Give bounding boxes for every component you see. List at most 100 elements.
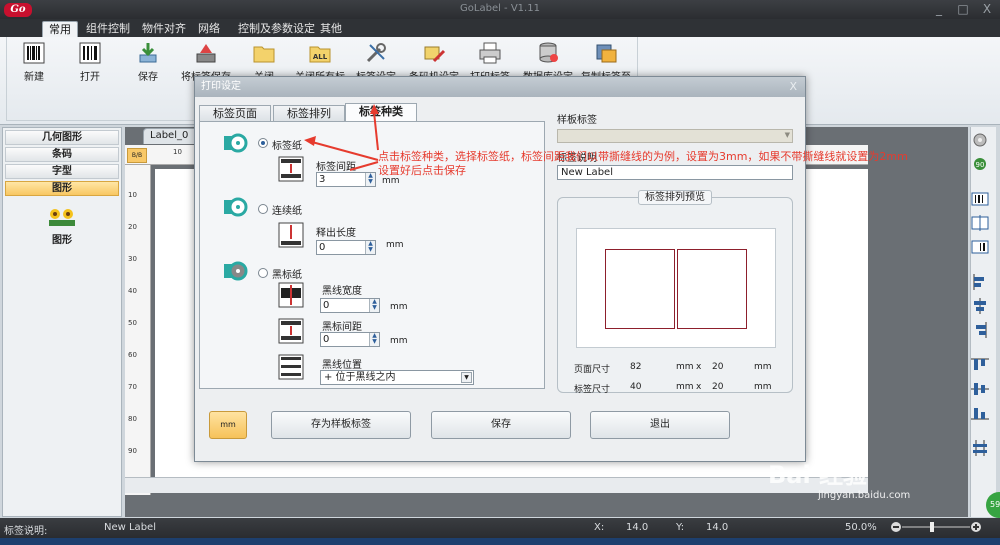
page-size-label: 页面尺寸 bbox=[574, 365, 611, 375]
tab-control-params[interactable]: 控制及参数设定 bbox=[232, 21, 321, 37]
label-size-label: 标签尺寸 bbox=[574, 385, 611, 395]
save-icon bbox=[139, 43, 157, 63]
align-left-icon[interactable] bbox=[971, 274, 989, 290]
left-ruler: 10 20 30 40 50 60 70 80 90 100 bbox=[125, 165, 151, 495]
tab-network[interactable]: 网络 bbox=[192, 21, 226, 37]
label-gap-input[interactable]: 3 ▲ ▼ bbox=[316, 172, 376, 187]
label-paper-radio[interactable] bbox=[258, 138, 268, 148]
black-position-icon bbox=[278, 354, 304, 380]
align-right-icon[interactable] bbox=[971, 322, 989, 338]
page-height: 20 bbox=[712, 362, 724, 372]
tools-icon bbox=[366, 43, 386, 63]
printer-icon bbox=[479, 42, 501, 64]
barcode-right-icon[interactable] bbox=[971, 239, 989, 255]
black-gap-unit: mm bbox=[390, 336, 408, 346]
black-gap-input[interactable]: 0 ▲ ▼ bbox=[320, 332, 380, 347]
barcode-center-icon[interactable] bbox=[971, 215, 989, 231]
align-top-icon[interactable] bbox=[971, 357, 989, 373]
label-width: 40 bbox=[630, 382, 642, 392]
graphic-tool[interactable]: 图形 bbox=[3, 206, 121, 246]
template-select[interactable]: ▼ bbox=[557, 129, 793, 143]
menu-bar: 常用 组件控制 物件对齐 网络 控制及参数设定 其他 bbox=[0, 19, 1000, 37]
zoom-slider[interactable] bbox=[890, 520, 982, 534]
continuous-paper-label: 连续纸 bbox=[272, 206, 302, 217]
copy-label-icon bbox=[596, 44, 617, 63]
black-mark-paper-label: 黑标纸 bbox=[272, 270, 302, 281]
panel-item-graphic[interactable]: 图形 bbox=[5, 181, 119, 196]
release-length-unit: mm bbox=[386, 240, 404, 250]
window-controls: _ □ X bbox=[932, 2, 994, 16]
black-gap-label: 黑标间距 bbox=[322, 322, 362, 333]
spin-arrows-icon[interactable]: ▲ ▼ bbox=[369, 299, 379, 312]
maximize-button[interactable]: □ bbox=[956, 2, 970, 16]
dialog-exit-button[interactable]: 退出 bbox=[590, 411, 730, 439]
watermark-url: jingyan.baidu.com bbox=[818, 490, 911, 501]
save-ribbon-button[interactable]: 保存 bbox=[120, 41, 176, 85]
label-paper-label: 标签纸 bbox=[272, 141, 302, 152]
template-label-title: 样板标签 bbox=[557, 115, 597, 126]
print-settings-dialog: 打印设定 X 标签页面 标签排列 标签种类 标签纸 标签间距 3 ▲ ▼ mm 连… bbox=[194, 76, 806, 462]
tab-component-control[interactable]: 组件控制 bbox=[80, 21, 136, 37]
align-bottom-icon[interactable] bbox=[971, 405, 989, 421]
tab-other[interactable]: 其他 bbox=[314, 21, 348, 37]
black-mark-paper-radio[interactable] bbox=[258, 268, 268, 278]
black-width-unit: mm bbox=[390, 302, 408, 312]
panel-item-font[interactable]: 字型 bbox=[5, 164, 119, 179]
preview-canvas bbox=[576, 228, 776, 348]
preview-title: 标签排列预览 bbox=[638, 190, 712, 205]
align-middle-icon[interactable] bbox=[971, 381, 989, 397]
ruler-corner-button[interactable]: B/B bbox=[127, 148, 147, 163]
release-length-icon bbox=[278, 222, 304, 248]
taskbar bbox=[0, 538, 1000, 545]
panel-item-barcode[interactable]: 条码 bbox=[5, 147, 119, 162]
close-button[interactable]: X bbox=[980, 2, 994, 16]
dialog-save-button[interactable]: 保存 bbox=[431, 411, 571, 439]
release-length-input[interactable]: 0 ▲ ▼ bbox=[316, 240, 376, 255]
unit-toggle-button[interactable]: mm bbox=[209, 411, 247, 439]
printer-settings-icon bbox=[424, 46, 446, 63]
preview-label-1 bbox=[605, 249, 675, 329]
sunflower-icon bbox=[49, 209, 75, 226]
barcode-open-icon bbox=[79, 42, 101, 64]
horizontal-scrollbar[interactable] bbox=[125, 477, 868, 493]
svg-text:ALL: ALL bbox=[313, 53, 328, 61]
spin-arrows-icon[interactable]: ▲ ▼ bbox=[369, 333, 379, 346]
dialog-close-button[interactable]: X bbox=[789, 80, 797, 93]
spin-arrows-icon[interactable]: ▲ ▼ bbox=[365, 241, 375, 254]
status-y-label: Y: bbox=[676, 522, 685, 533]
chevron-down-icon[interactable]: ▼ bbox=[785, 131, 790, 139]
dialog-title: 打印设定 bbox=[195, 77, 805, 97]
continuous-paper-radio[interactable] bbox=[258, 204, 268, 214]
save-template-button[interactable]: 存为样板标签 bbox=[271, 411, 411, 439]
status-bar: 标签说明: New Label X: 14.0 Y: 14.0 50.0% bbox=[0, 518, 1000, 538]
tab-label-arrangement[interactable]: 标签排列 bbox=[273, 105, 345, 121]
barcode-icon[interactable] bbox=[971, 191, 989, 207]
status-desc-value: New Label bbox=[104, 522, 156, 533]
label-gap-label: 标签间距 bbox=[316, 162, 356, 173]
black-position-select[interactable]: + 位于黑线之内 ▼ bbox=[320, 370, 474, 385]
tab-object-align[interactable]: 物件对齐 bbox=[136, 21, 192, 37]
tab-common[interactable]: 常用 bbox=[42, 21, 78, 37]
distribute-icon[interactable] bbox=[971, 440, 989, 456]
tab-label-type[interactable]: 标签种类 bbox=[345, 103, 417, 122]
black-width-input[interactable]: 0 ▲ ▼ bbox=[320, 298, 380, 313]
barcode-new-icon bbox=[23, 42, 45, 64]
database-icon bbox=[539, 42, 558, 63]
black-position-label: 黑线位置 bbox=[322, 360, 362, 371]
close-all-icon: ALL bbox=[309, 46, 331, 63]
tab-label-page[interactable]: 标签页面 bbox=[199, 105, 271, 121]
arrangement-preview: 标签排列预览 页面尺寸 82 mm x 20 mm 标签尺寸 40 mm x 2… bbox=[557, 190, 793, 395]
spin-arrows-icon[interactable]: ▲ ▼ bbox=[365, 173, 375, 186]
open-button[interactable]: 打开 bbox=[62, 41, 118, 85]
gap-icon bbox=[278, 156, 304, 182]
panel-item-geometry[interactable]: 几何图形 bbox=[5, 130, 119, 145]
chevron-down-icon[interactable]: ▼ bbox=[461, 372, 472, 383]
minimize-button[interactable]: _ bbox=[932, 2, 946, 16]
new-button[interactable]: 新建 bbox=[6, 41, 62, 85]
save-label-icon bbox=[196, 44, 216, 63]
title-bar: Go GoLabel - V1.11 _ □ X bbox=[0, 0, 1000, 19]
gear-icon[interactable] bbox=[971, 132, 989, 148]
status-y-value: 14.0 bbox=[706, 522, 729, 533]
align-center-icon[interactable] bbox=[971, 298, 989, 314]
label-roll-icon bbox=[224, 133, 248, 153]
